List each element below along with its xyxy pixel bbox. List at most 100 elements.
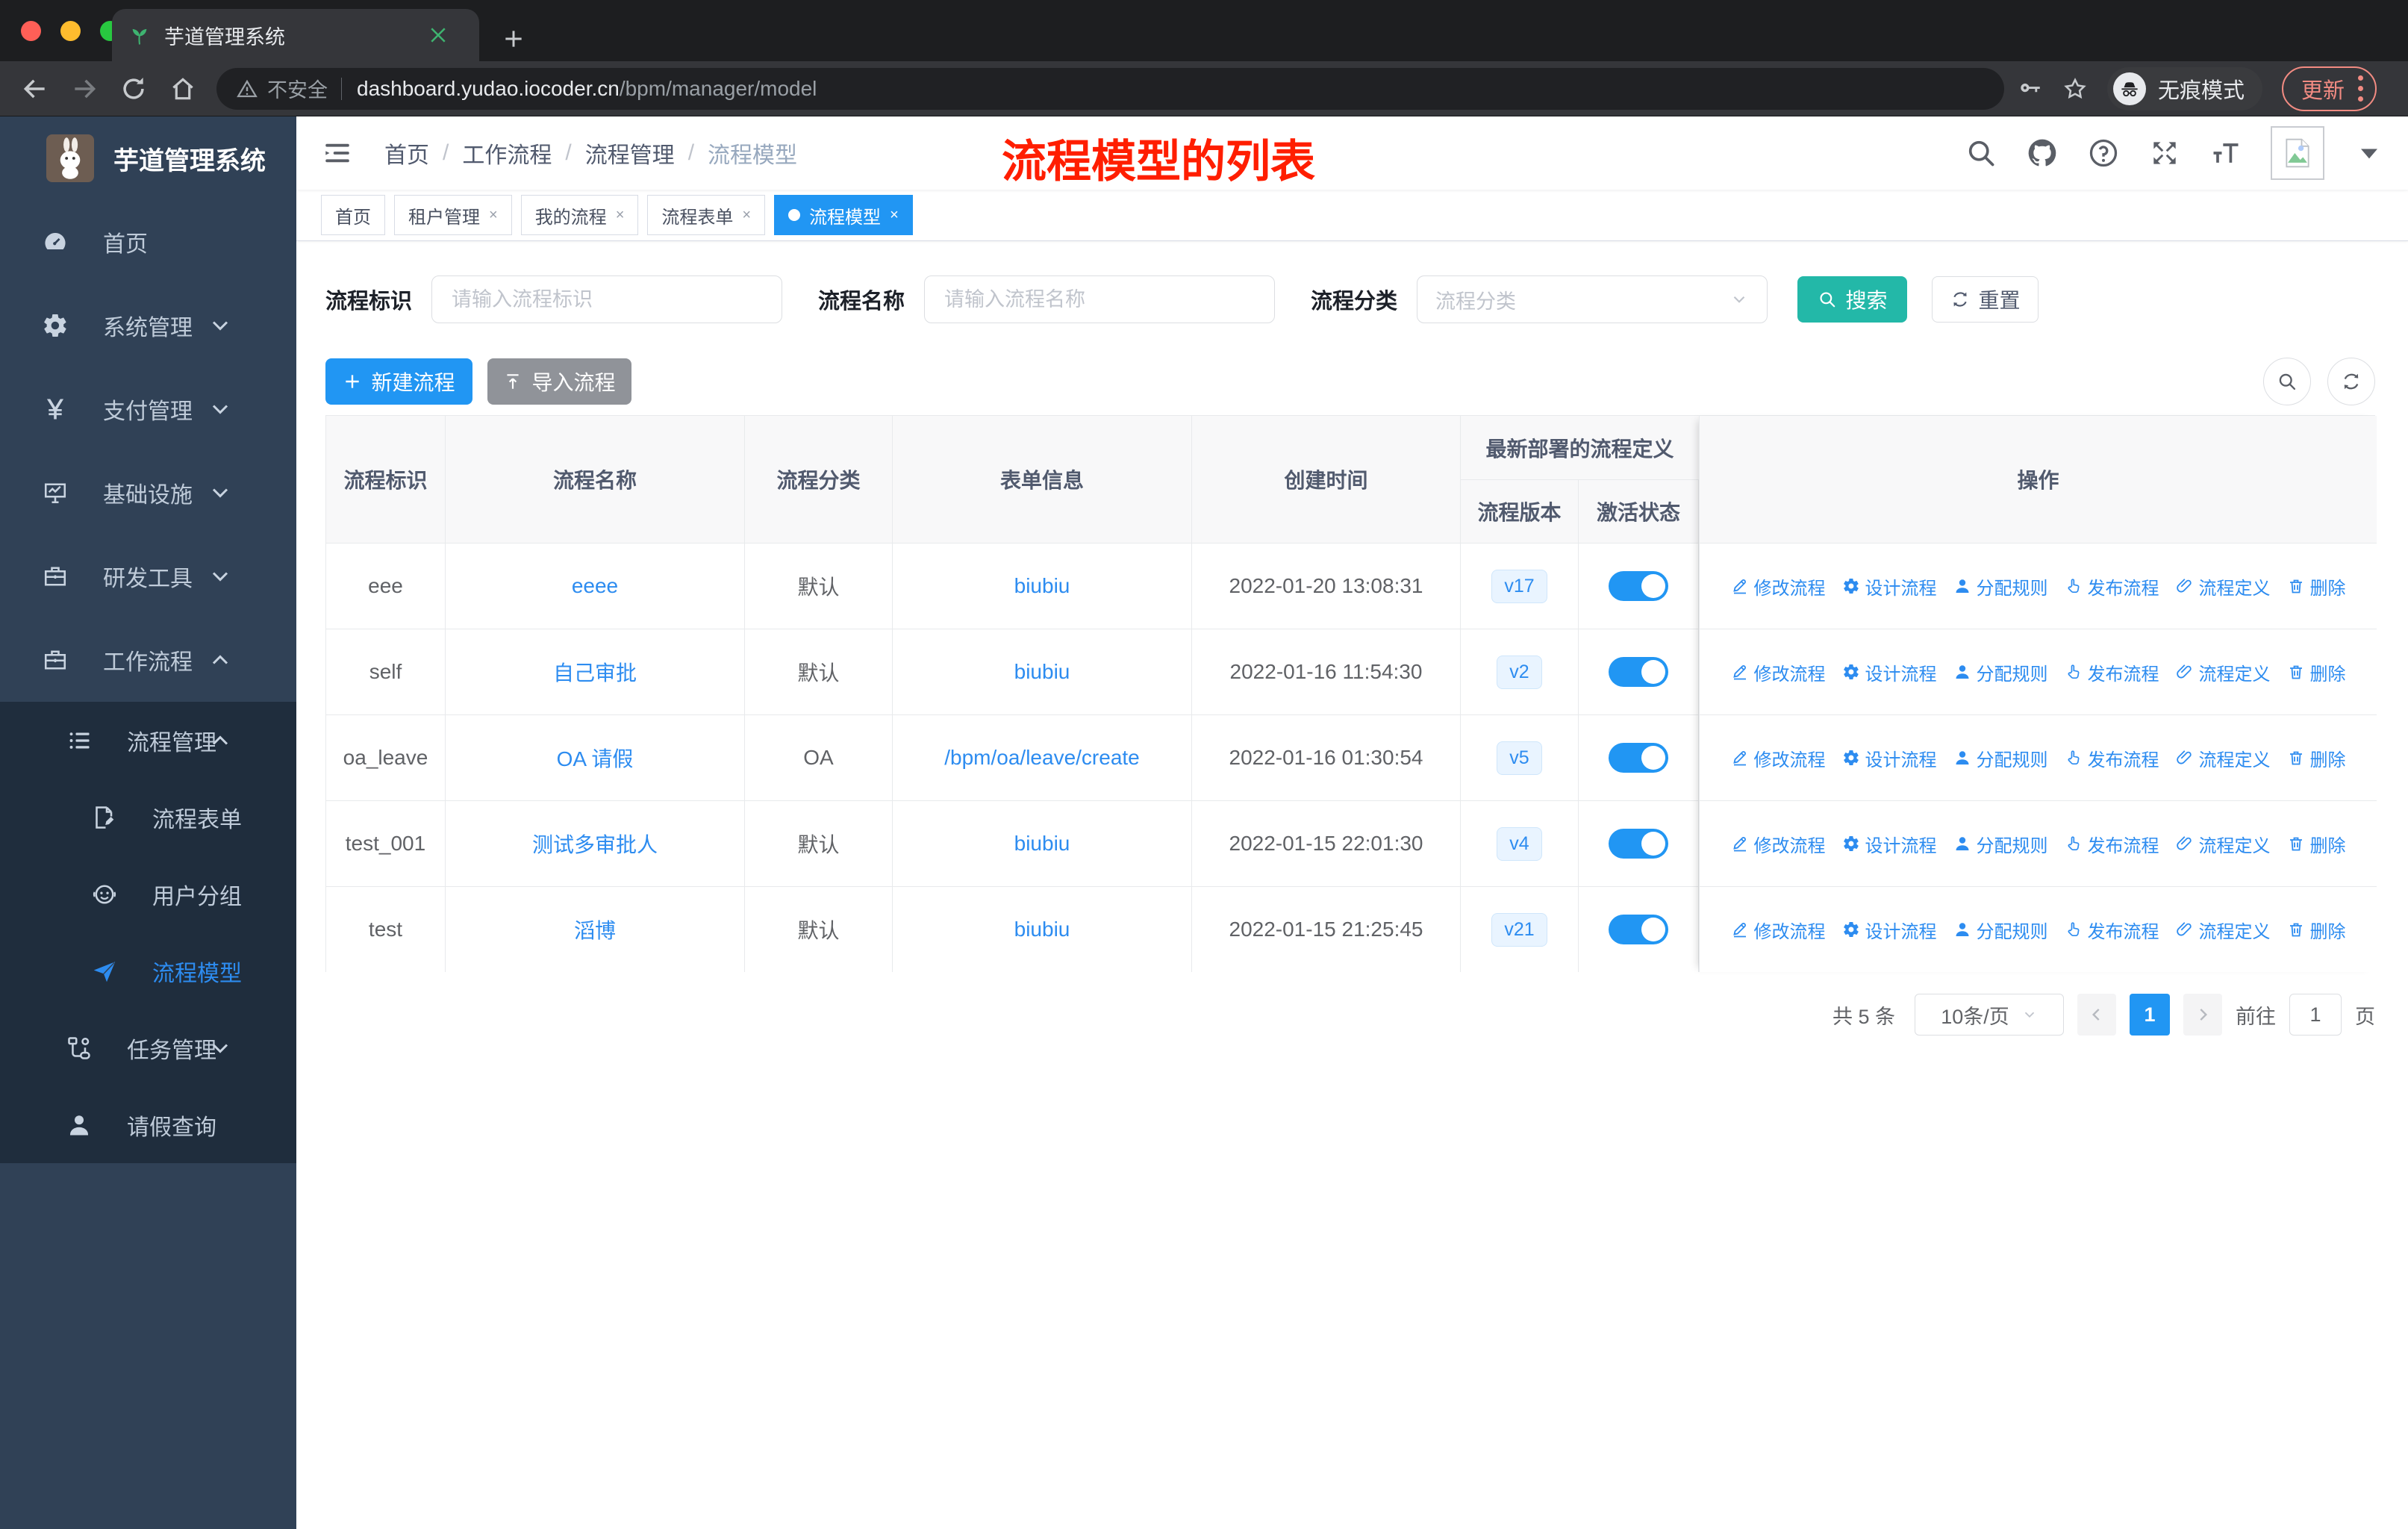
browser-tab[interactable]: 芋道管理系统 — [112, 9, 479, 61]
version-badge[interactable]: v5 — [1497, 741, 1542, 775]
active-toggle[interactable] — [1609, 571, 1668, 601]
sidebar-item-2[interactable]: 支付管理 — [0, 367, 296, 451]
form-info-link[interactable]: biubiu — [1014, 832, 1070, 856]
next-page-button[interactable] — [2183, 994, 2222, 1036]
breadcrumb-item-1[interactable]: 工作流程 — [462, 137, 552, 169]
delete-action-link[interactable]: 删除 — [2287, 917, 2346, 943]
sidebar-item-0[interactable]: 首页 — [0, 200, 296, 284]
prev-page-button[interactable] — [2077, 994, 2116, 1036]
tag-close-icon[interactable]: × — [489, 207, 498, 224]
edit-action-link[interactable]: 修改流程 — [1731, 659, 1826, 685]
process-name-link[interactable]: OA 请假 — [557, 743, 634, 773]
edit-action-link[interactable]: 修改流程 — [1731, 831, 1826, 857]
tag-1[interactable]: 租户管理 × — [394, 195, 512, 235]
home-icon[interactable] — [169, 75, 197, 103]
address-bar[interactable]: 不安全 dashboard.yudao.iocoder.cn /bpm/mana… — [216, 67, 2004, 110]
new-tab-button[interactable] — [502, 27, 525, 51]
assign-action-link[interactable]: 分配规则 — [1953, 573, 2048, 600]
github-icon[interactable] — [2026, 137, 2059, 169]
process-name-link[interactable]: eeee — [572, 574, 618, 598]
process-name-link[interactable]: 滔博 — [574, 915, 616, 944]
form-info-link[interactable]: /bpm/oa/leave/create — [944, 746, 1140, 770]
reset-button[interactable]: 重置 — [1932, 276, 2039, 323]
search-button[interactable]: 搜索 — [1797, 276, 1908, 323]
hamburger-icon[interactable] — [322, 137, 353, 169]
browser-menu-icon[interactable] — [2358, 75, 2364, 102]
assign-action-link[interactable]: 分配规则 — [1953, 831, 2048, 857]
category-select[interactable]: 流程分类 — [1417, 275, 1768, 323]
process-name-link[interactable]: 自己审批 — [553, 657, 637, 687]
goto-page-input[interactable]: 1 — [2289, 994, 2342, 1036]
tag-close-icon[interactable]: × — [742, 207, 751, 224]
process-name-input[interactable] — [924, 275, 1276, 323]
back-icon[interactable] — [21, 75, 49, 103]
publish-action-link[interactable]: 发布流程 — [2065, 659, 2159, 685]
process-name-field[interactable] — [943, 287, 1257, 312]
minimize-window-button[interactable] — [60, 21, 81, 41]
active-toggle[interactable] — [1609, 657, 1668, 687]
definition-action-link[interactable]: 流程定义 — [2176, 659, 2271, 685]
process-id-input[interactable] — [431, 275, 783, 323]
import-process-button[interactable]: 导入流程 — [487, 358, 631, 405]
tag-0[interactable]: 首页 — [321, 195, 385, 235]
delete-action-link[interactable]: 删除 — [2287, 573, 2346, 600]
form-info-link[interactable]: biubiu — [1014, 660, 1070, 684]
active-toggle[interactable] — [1609, 743, 1668, 773]
sidebar-item-6[interactable]: 流程管理 — [0, 702, 296, 779]
version-badge[interactable]: v17 — [1491, 569, 1547, 603]
sidebar-item-5[interactable]: 工作流程 — [0, 618, 296, 702]
design-action-link[interactable]: 设计流程 — [1842, 573, 1937, 600]
forward-icon[interactable] — [70, 75, 99, 103]
close-window-button[interactable] — [21, 21, 41, 41]
sidebar-logo[interactable]: 芋道管理系统 — [0, 116, 296, 200]
font-size-icon[interactable] — [2209, 137, 2242, 169]
version-badge[interactable]: v4 — [1497, 826, 1542, 861]
sidebar-item-11[interactable]: 请假查询 — [0, 1086, 296, 1163]
design-action-link[interactable]: 设计流程 — [1842, 659, 1937, 685]
sidebar-item-7[interactable]: 流程表单 — [0, 779, 296, 856]
current-page-button[interactable]: 1 — [2130, 994, 2170, 1036]
publish-action-link[interactable]: 发布流程 — [2065, 831, 2159, 857]
tab-close-icon[interactable] — [427, 24, 449, 46]
design-action-link[interactable]: 设计流程 — [1842, 745, 1937, 771]
assign-action-link[interactable]: 分配规则 — [1953, 659, 2048, 685]
definition-action-link[interactable]: 流程定义 — [2176, 745, 2271, 771]
page-size-select[interactable]: 10条/页 — [1915, 994, 2064, 1036]
not-secure-icon[interactable] — [236, 78, 258, 100]
delete-action-link[interactable]: 删除 — [2287, 659, 2346, 685]
assign-action-link[interactable]: 分配规则 — [1953, 745, 2048, 771]
form-info-link[interactable]: biubiu — [1014, 574, 1070, 598]
delete-action-link[interactable]: 删除 — [2287, 745, 2346, 771]
edit-action-link[interactable]: 修改流程 — [1731, 917, 1826, 943]
definition-action-link[interactable]: 流程定义 — [2176, 831, 2271, 857]
sidebar-item-10[interactable]: 任务管理 — [0, 1009, 296, 1086]
publish-action-link[interactable]: 发布流程 — [2065, 573, 2159, 600]
not-secure-label[interactable]: 不安全 — [267, 74, 328, 103]
active-toggle[interactable] — [1609, 829, 1668, 859]
avatar-caret-icon[interactable] — [2353, 137, 2386, 169]
create-process-button[interactable]: 新建流程 — [325, 358, 472, 405]
process-id-field[interactable] — [450, 287, 764, 312]
breadcrumb-item-0[interactable]: 首页 — [384, 137, 429, 169]
reload-icon[interactable] — [119, 75, 148, 103]
tag-3[interactable]: 流程表单 × — [647, 195, 766, 235]
design-action-link[interactable]: 设计流程 — [1842, 917, 1937, 943]
tag-4[interactable]: 流程模型 × — [774, 195, 913, 235]
fullscreen-icon[interactable] — [2148, 137, 2181, 169]
delete-action-link[interactable]: 删除 — [2287, 831, 2346, 857]
password-key-icon[interactable] — [2018, 76, 2043, 102]
tag-close-icon[interactable]: × — [890, 207, 899, 224]
bookmark-star-icon[interactable] — [2062, 76, 2088, 102]
sidebar-item-8[interactable]: 用户分组 — [0, 856, 296, 932]
user-avatar[interactable] — [2271, 126, 2324, 180]
tag-2[interactable]: 我的流程 × — [520, 195, 639, 235]
active-toggle[interactable] — [1609, 915, 1668, 944]
version-badge[interactable]: v21 — [1491, 912, 1547, 947]
definition-action-link[interactable]: 流程定义 — [2176, 573, 2271, 600]
version-badge[interactable]: v2 — [1497, 655, 1542, 689]
toggle-search-button[interactable] — [2263, 358, 2311, 405]
design-action-link[interactable]: 设计流程 — [1842, 831, 1937, 857]
sidebar-item-9[interactable]: 流程模型 — [0, 932, 296, 1009]
process-name-link[interactable]: 测试多审批人 — [532, 829, 658, 859]
browser-update-button[interactable]: 更新 — [2282, 66, 2377, 111]
